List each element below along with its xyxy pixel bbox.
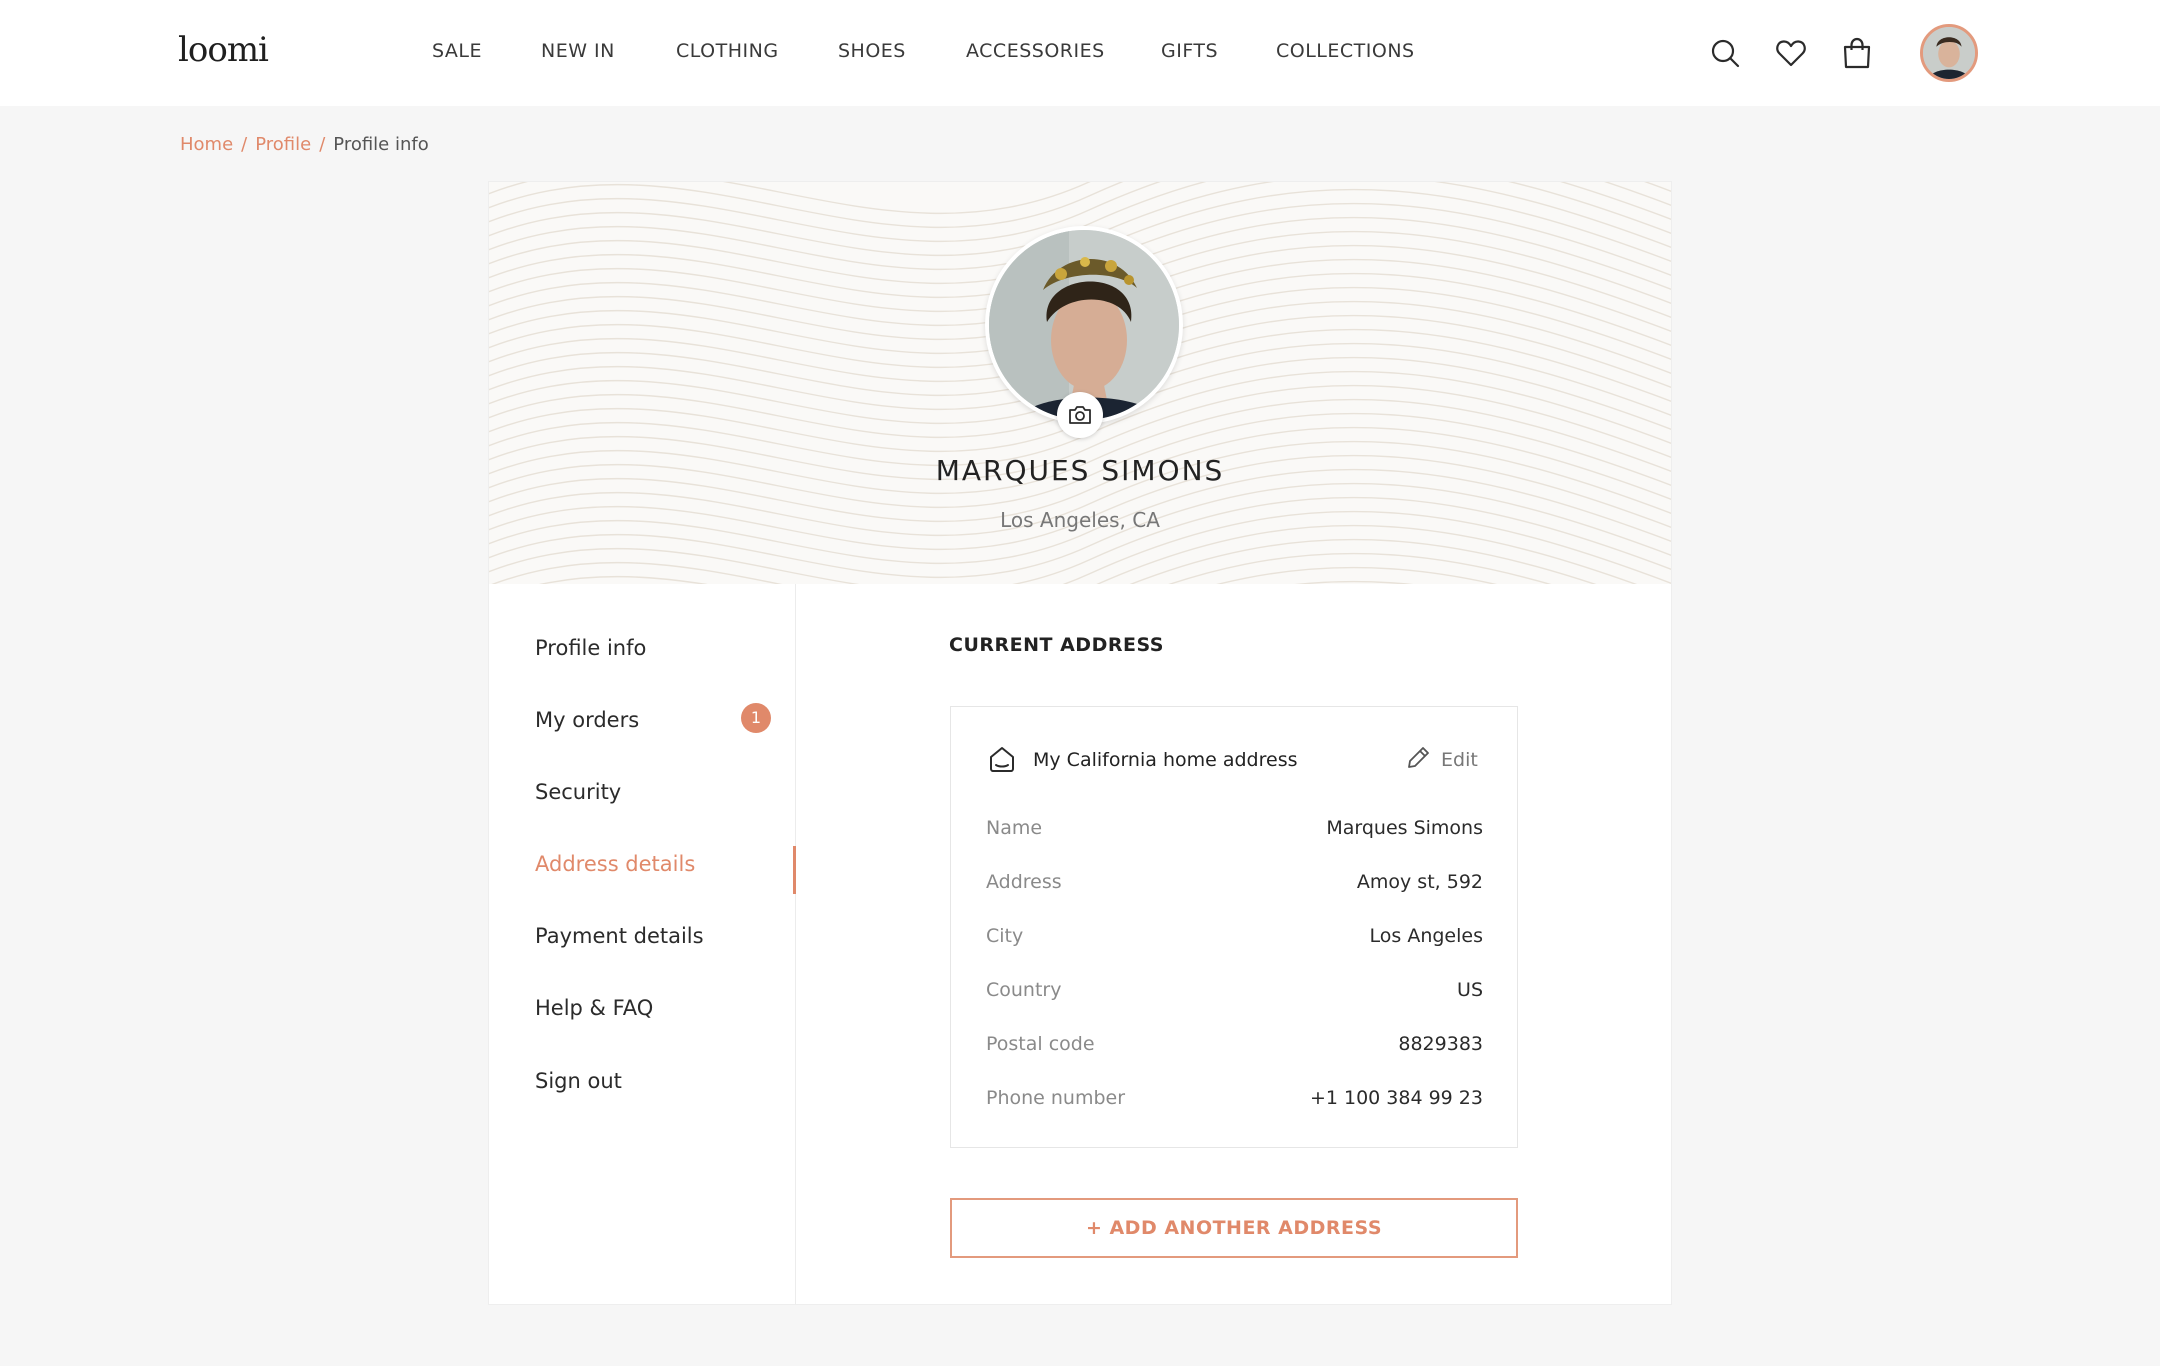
pencil-icon — [1408, 747, 1429, 768]
nav-sale[interactable]: SALE — [432, 40, 482, 62]
edit-label: Edit — [1441, 749, 1478, 771]
breadcrumb-separator: / — [241, 134, 248, 155]
sidebar-item-security[interactable]: Security — [535, 780, 621, 804]
home-icon — [990, 747, 1014, 772]
camera-icon — [1069, 406, 1091, 424]
sidebar-item-payment-details[interactable]: Payment details — [535, 924, 704, 948]
active-indicator — [793, 846, 796, 894]
row-label-country: Country — [986, 979, 1062, 1001]
profile-banner: MARQUES SIMONS Los Angeles, CA — [489, 182, 1671, 584]
nav-new-in[interactable]: NEW IN — [541, 40, 615, 62]
sidebar-item-address-details[interactable]: Address details — [535, 852, 695, 876]
sidebar-item-help-faq[interactable]: Help & FAQ — [535, 996, 653, 1020]
add-address-button[interactable]: + ADD ANOTHER ADDRESS — [950, 1198, 1518, 1258]
profile-sidebar: Profile info My orders 1 Security Addres… — [489, 584, 796, 1304]
heart-icon[interactable] — [1774, 36, 1808, 70]
row-value-postal-code: 8829383 — [1398, 1033, 1483, 1055]
breadcrumb-profile[interactable]: Profile — [255, 134, 311, 155]
orders-count-badge: 1 — [741, 703, 771, 733]
change-photo-button[interactable] — [1057, 392, 1103, 438]
row-value-country: US — [1457, 979, 1483, 1001]
nav-clothing[interactable]: CLOTHING — [676, 40, 779, 62]
row-label-phone-number: Phone number — [986, 1087, 1126, 1109]
row-label-postal-code: Postal code — [986, 1033, 1095, 1055]
nav-shoes[interactable]: SHOES — [838, 40, 906, 62]
nav-gifts[interactable]: GIFTS — [1161, 40, 1218, 62]
profile-card: MARQUES SIMONS Los Angeles, CA Profile i… — [489, 182, 1671, 1304]
logo[interactable]: loomi — [178, 30, 269, 70]
row-value-phone-number: +1 100 384 99 23 — [1309, 1087, 1483, 1109]
breadcrumb-home[interactable]: Home — [180, 134, 233, 155]
breadcrumb-current: Profile info — [333, 134, 429, 155]
sidebar-item-profile-info[interactable]: Profile info — [535, 636, 646, 660]
sidebar-item-my-orders[interactable]: My orders — [535, 708, 639, 732]
row-value-address: Amoy st, 592 — [1356, 871, 1483, 893]
breadcrumb-separator: / — [319, 134, 326, 155]
shopping-bag-icon[interactable] — [1840, 36, 1874, 70]
address-card-title: My California home address — [1033, 749, 1298, 771]
profile-location: Los Angeles, CA — [1000, 508, 1160, 532]
address-card: My California home address Edit Name Mar… — [950, 706, 1518, 1148]
user-avatar[interactable] — [1920, 24, 1978, 82]
row-value-city: Los Angeles — [1369, 925, 1483, 947]
row-label-name: Name — [986, 817, 1043, 839]
nav-accessories[interactable]: ACCESSORIES — [966, 40, 1105, 62]
breadcrumb: Home / Profile / Profile info — [180, 134, 429, 155]
row-value-name: Marques Simons — [1326, 817, 1483, 839]
search-icon[interactable] — [1708, 36, 1742, 70]
nav-collections[interactable]: COLLECTIONS — [1276, 40, 1415, 62]
profile-name: MARQUES SIMONS — [935, 454, 1225, 487]
row-label-city: City — [986, 925, 1024, 947]
sidebar-item-sign-out[interactable]: Sign out — [535, 1069, 622, 1093]
row-label-address: Address — [986, 871, 1062, 893]
top-navigation-bar: loomi SALE NEW IN CLOTHING SHOES ACCESSO… — [0, 0, 2160, 106]
section-title: CURRENT ADDRESS — [949, 634, 1164, 656]
